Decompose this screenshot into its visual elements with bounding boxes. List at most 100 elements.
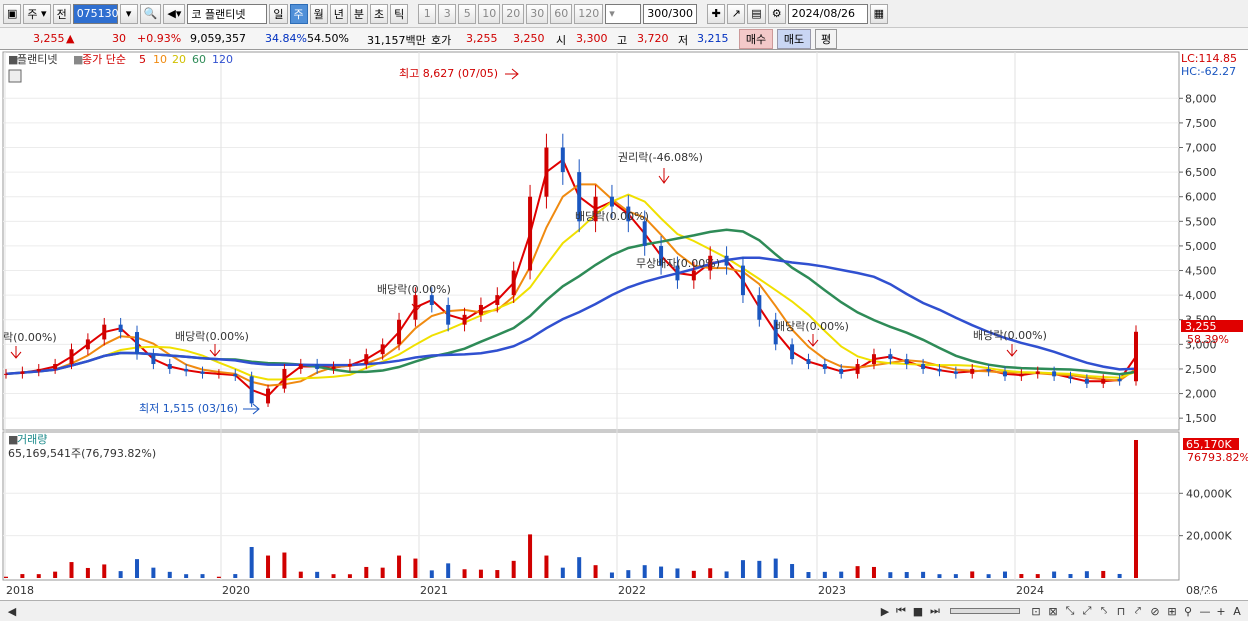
market-select[interactable]: 주 ▾ xyxy=(23,3,51,24)
volume-bar xyxy=(1117,573,1122,578)
candle xyxy=(118,324,123,333)
eval-button[interactable]: 평 xyxy=(815,29,837,49)
tool-icon[interactable]: ⤤ xyxy=(1131,604,1145,618)
stock-code-input[interactable]: 075130 xyxy=(72,3,119,24)
dividend-annotation-6: 배당락(0.00%) xyxy=(973,329,1047,342)
buy-button[interactable]: 매수 xyxy=(739,29,773,49)
volume-bar xyxy=(1019,574,1024,578)
tool-icon[interactable]: ⊞ xyxy=(1165,604,1179,618)
y-tick-label: 1,500 xyxy=(1185,412,1217,425)
candle xyxy=(1002,371,1007,377)
save-icon[interactable]: ▤ xyxy=(747,3,766,24)
scroll-left-icon[interactable]: ◀ xyxy=(5,604,19,618)
font-icon[interactable]: A xyxy=(1230,604,1244,618)
volume-bar xyxy=(609,572,614,578)
minute-10[interactable]: 10 xyxy=(478,3,501,24)
scroll-bar[interactable]: ◀ ▶ ⏮ ■ ⏭ ⊡ ⊠ ⤡ ⤢ ⤣ ⊓ ⤤ ⊘ ⊞ ⚲ — + A xyxy=(0,600,1248,621)
tool-icon[interactable]: ⤢ xyxy=(1080,604,1094,618)
tool-icon[interactable]: ⤡ xyxy=(1063,604,1077,618)
prev-button[interactable]: 전 xyxy=(52,3,71,24)
stop-icon[interactable]: ■ xyxy=(911,604,925,618)
y-tick-label: 8,000 xyxy=(1185,92,1217,105)
volume-bar xyxy=(413,558,418,578)
date-field[interactable]: 2024/08/26 xyxy=(787,3,868,24)
volume-bar xyxy=(36,574,41,578)
period-minute[interactable]: 분 xyxy=(349,3,368,24)
candle xyxy=(347,364,352,367)
search-icon[interactable]: 🔍 xyxy=(139,3,162,24)
candle xyxy=(871,354,876,365)
volume-bar xyxy=(446,563,451,578)
vol-tick-label: 20,000K xyxy=(1186,530,1232,543)
tool-icon[interactable]: ⊠ xyxy=(1046,604,1060,618)
candle xyxy=(1134,331,1138,382)
y-tick-label: 5,000 xyxy=(1185,240,1217,253)
period-year[interactable]: 년 xyxy=(329,3,348,24)
zoom-slider[interactable] xyxy=(950,608,1020,614)
period-second[interactable]: 초 xyxy=(370,3,389,24)
window-icon[interactable]: ▣ xyxy=(3,3,22,24)
volume-bar xyxy=(380,567,385,578)
play-icon[interactable]: ▶ xyxy=(878,604,892,618)
volume-bar xyxy=(560,567,565,578)
volume-bar xyxy=(642,565,647,578)
candle xyxy=(1035,371,1040,374)
minute-30[interactable]: 30 xyxy=(526,3,549,24)
volume-bar xyxy=(904,572,909,578)
candle xyxy=(560,147,565,173)
sell-button[interactable]: 매도 xyxy=(777,29,811,49)
minute-60[interactable]: 60 xyxy=(550,3,573,24)
zoom-out-icon[interactable]: — xyxy=(1198,604,1212,618)
period-week[interactable]: 주 xyxy=(289,3,308,24)
first-icon[interactable]: ⏮ xyxy=(894,604,908,618)
candle xyxy=(151,354,156,365)
zoom-in-icon[interactable]: + xyxy=(1214,604,1228,618)
tool-icon[interactable]: ⤣ xyxy=(1097,604,1111,618)
trend-icon[interactable]: ↗ xyxy=(727,3,746,24)
candle xyxy=(806,359,811,365)
candle xyxy=(757,295,762,320)
price-chart[interactable]: 8,000 7,500 7,000 6,500 6,000 5,500 5,000 4,500… xyxy=(0,50,1248,600)
minute-1[interactable]: 1 xyxy=(418,3,437,24)
period-day[interactable]: 일 xyxy=(269,3,288,24)
volume-bar xyxy=(1035,574,1040,578)
minute-3[interactable]: 3 xyxy=(438,3,457,24)
crosshair-icon[interactable]: ✚ xyxy=(707,3,726,24)
tool-icon[interactable]: ⊡ xyxy=(1029,604,1043,618)
x-tick-label: 2018 xyxy=(6,584,34,597)
code-dropdown-icon[interactable]: ▾ xyxy=(119,3,138,24)
tool-icon[interactable]: ⊘ xyxy=(1148,604,1162,618)
candle xyxy=(822,364,827,369)
volume-bar xyxy=(675,568,680,578)
volume-bar xyxy=(298,571,303,578)
volume-value: 9,059,357 xyxy=(190,32,246,45)
candle xyxy=(953,371,958,374)
zoom-icon[interactable]: ⚲ xyxy=(1181,604,1195,618)
y-tick-label: 2,500 xyxy=(1185,363,1217,376)
period-month[interactable]: 월 xyxy=(309,3,328,24)
minute-120[interactable]: 120 xyxy=(574,3,604,24)
custom-interval-select[interactable]: ▾ xyxy=(605,3,642,24)
volume-bar xyxy=(708,568,713,578)
candle xyxy=(233,373,238,377)
tool-icon[interactable]: ⊓ xyxy=(1114,604,1128,618)
table-icon[interactable] xyxy=(8,69,22,83)
last-icon[interactable]: ⏭ xyxy=(928,604,942,618)
candle xyxy=(249,376,254,404)
volume-bar xyxy=(462,569,467,578)
period-tick[interactable]: 틱 xyxy=(390,3,409,24)
minute-5[interactable]: 5 xyxy=(458,3,477,24)
candle xyxy=(740,265,745,296)
y-tick-label: 7,000 xyxy=(1185,142,1217,155)
calendar-icon[interactable]: ▦ xyxy=(869,3,889,24)
minute-20[interactable]: 20 xyxy=(502,3,525,24)
candle xyxy=(888,354,893,360)
count-field[interactable]: 300/300 xyxy=(643,3,698,24)
legend-ma-label: 종가 단순 xyxy=(82,53,126,66)
y-tick-label: 6,500 xyxy=(1185,166,1217,179)
chart-area[interactable]: 8,000 7,500 7,000 6,500 6,000 5,500 5,000 4,500… xyxy=(0,50,1248,600)
legend-ma20: 20 xyxy=(172,53,186,66)
gear-icon[interactable]: ⚙ xyxy=(767,3,786,24)
volume-bar xyxy=(151,567,156,578)
speaker-icon[interactable]: ◀▾ xyxy=(163,3,186,24)
